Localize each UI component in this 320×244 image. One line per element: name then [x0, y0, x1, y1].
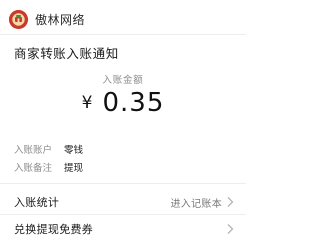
transfer-notification-card: 傲林网络 商家转账入账通知 入账金额 ¥0.35 入账账户 零钱 入账备注 提现 入…	[0, 0, 246, 244]
actions-divider	[0, 214, 246, 215]
details-divider	[0, 183, 246, 184]
amount-label: 入账金额	[102, 75, 144, 86]
detail-value: 提现	[64, 163, 84, 174]
free-coupon-row[interactable]: 兑换提现免费券	[0, 216, 246, 242]
company-logo-icon[interactable]	[9, 9, 28, 29]
chevron-right-icon[interactable]	[226, 196, 234, 208]
amount-value: 0.35	[102, 88, 165, 118]
income-stats-row[interactable]: 入账统计 进入记账本	[0, 189, 246, 215]
detail-row-account: 入账账户 零钱	[14, 142, 83, 156]
message-header[interactable]: 傲林网络	[9, 8, 85, 30]
detail-key: 入账备注	[14, 163, 53, 174]
amount-display: ¥0.35	[0, 88, 246, 118]
free-coupon-label[interactable]: 兑换提现免费券	[14, 221, 93, 237]
ledger-link[interactable]: 进入记账本	[171, 195, 223, 210]
income-stats-label[interactable]: 入账统计	[14, 194, 59, 210]
detail-value: 零钱	[64, 145, 84, 156]
detail-key: 入账账户	[14, 145, 53, 156]
sender-name[interactable]: 傲林网络	[35, 11, 85, 28]
chevron-right-icon[interactable]	[226, 223, 234, 235]
header-divider	[0, 34, 246, 35]
detail-row-remark: 入账备注 提现	[14, 160, 83, 174]
currency-symbol: ¥	[81, 93, 93, 113]
notice-title: 商家转账入账通知	[14, 46, 119, 61]
